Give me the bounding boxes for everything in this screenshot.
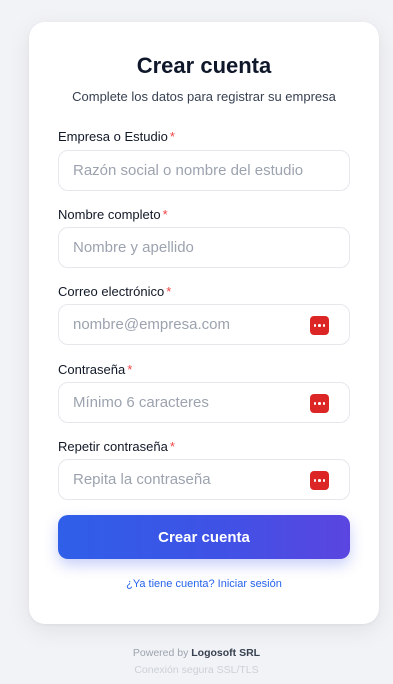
required-mark: * xyxy=(166,284,172,299)
company-field[interactable] xyxy=(58,150,350,191)
required-mark: * xyxy=(162,207,168,222)
company-label: Empresa o Estudio * xyxy=(58,129,175,144)
email-input[interactable] xyxy=(59,305,349,344)
company-label-text: Empresa o Estudio xyxy=(58,129,168,144)
powered-by: Powered by Logosoft SRL xyxy=(0,647,393,659)
required-mark: * xyxy=(127,362,133,377)
fullname-field[interactable] xyxy=(58,227,350,268)
password-field[interactable] xyxy=(58,382,350,423)
confirm-password-label-text: Repetir contraseña xyxy=(58,439,168,454)
email-field[interactable] xyxy=(58,304,350,345)
confirm-password-field[interactable] xyxy=(58,459,350,500)
page-subtitle: Complete los datos para registrar su emp… xyxy=(72,89,336,104)
password-manager-icon[interactable] xyxy=(310,471,329,490)
login-link[interactable]: ¿Ya tiene cuenta? Iniciar sesión xyxy=(29,578,379,590)
required-mark: * xyxy=(169,439,175,454)
password-input[interactable] xyxy=(59,383,349,422)
secure-connection-note: Conexión segura SSL/TLS xyxy=(134,664,259,676)
fullname-input[interactable] xyxy=(59,228,349,267)
required-mark: * xyxy=(169,129,175,144)
create-account-button[interactable]: Crear cuenta xyxy=(58,515,350,559)
fullname-label-text: Nombre completo xyxy=(58,207,161,222)
password-manager-icon[interactable] xyxy=(310,316,329,335)
register-card: Crear cuenta Complete los datos para reg… xyxy=(29,22,379,624)
confirm-password-input[interactable] xyxy=(59,460,349,499)
password-manager-icon[interactable] xyxy=(310,394,329,413)
fullname-label: Nombre completo * xyxy=(58,207,168,222)
company-name: Logosoft SRL xyxy=(191,647,261,659)
confirm-password-label: Repetir contraseña * xyxy=(58,439,175,454)
page-title: Crear cuenta xyxy=(136,53,272,78)
company-input[interactable] xyxy=(59,151,349,190)
password-label: Contraseña * xyxy=(58,362,132,377)
powered-by-prefix: Powered by xyxy=(132,647,189,659)
email-label: Correo electrónico * xyxy=(58,284,171,299)
email-label-text: Correo electrónico xyxy=(58,284,165,299)
password-label-text: Contraseña xyxy=(58,362,126,377)
